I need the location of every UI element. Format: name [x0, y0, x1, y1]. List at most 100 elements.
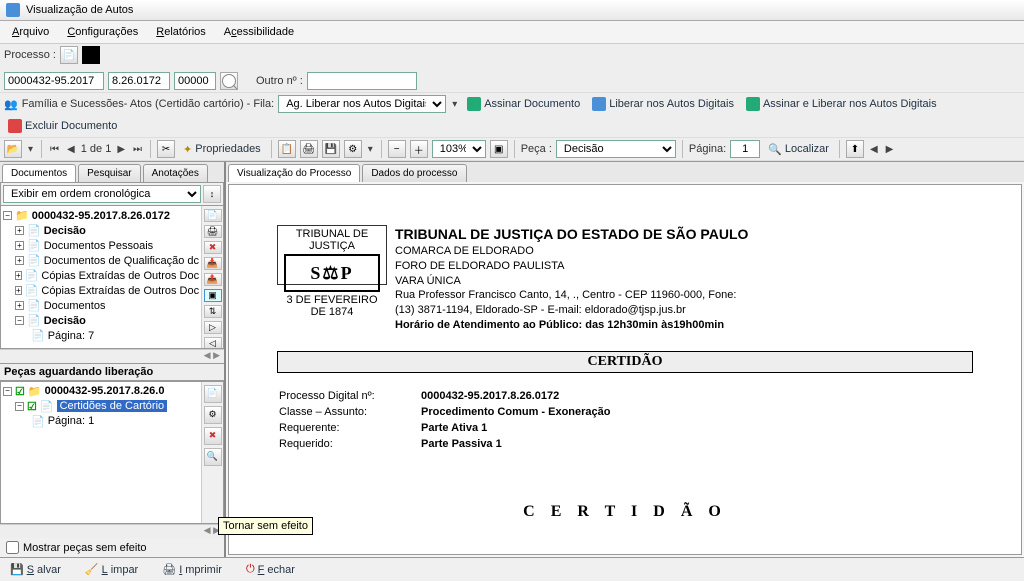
document-viewer[interactable]: TRIBUNAL DE JUSTIÇA S⚖P 3 DE FEVEREIRO D…: [228, 184, 1022, 555]
page-first[interactable]: ⏮: [48, 144, 61, 155]
proc-stop-icon[interactable]: [82, 46, 100, 64]
menubar: AArquivorquivo Configurações Relatórios …: [0, 21, 1024, 44]
tree-item[interactable]: Cópias Extraídas de Outros Doc: [41, 270, 199, 282]
tree-item[interactable]: Documentos Pessoais: [44, 240, 153, 252]
excluir-documento-button[interactable]: Excluir Documento: [4, 117, 121, 135]
fila-dropdown-icon[interactable]: ▾: [450, 99, 459, 110]
pagina-input[interactable]: [730, 140, 760, 158]
show-empty-check[interactable]: Mostrar peças sem efeito: [0, 538, 224, 557]
tool-9[interactable]: ◁: [204, 337, 222, 349]
tree-item[interactable]: Documentos: [44, 300, 106, 312]
show-empty-checkbox[interactable]: [6, 541, 19, 554]
propriedades-button[interactable]: ✦ Propriedades: [179, 141, 265, 158]
tree-item[interactable]: Decisão: [44, 225, 86, 237]
tree-item[interactable]: Documentos de Qualificação dc: [44, 255, 199, 267]
proc-num3-input[interactable]: [174, 72, 216, 90]
form-button[interactable]: 📋: [278, 140, 296, 158]
limpar-button[interactable]: 🧹 Limpar: [81, 561, 142, 578]
checked-icon[interactable]: ☑: [27, 400, 37, 413]
field-value: Procedimento Comum - Exoneração: [421, 405, 617, 419]
zoom-in-button[interactable]: ＋: [410, 140, 428, 158]
assinar-documento-button[interactable]: Assinar Documento: [463, 95, 584, 113]
cut-button[interactable]: ✂: [157, 140, 175, 158]
collapse-icon[interactable]: −: [3, 211, 12, 220]
expand-icon[interactable]: +: [15, 286, 22, 295]
tool-6[interactable]: ▣: [204, 289, 222, 302]
localizar-button[interactable]: 🔍 Localizar: [764, 141, 833, 158]
expand-icon[interactable]: +: [15, 241, 24, 250]
menu-config[interactable]: Configurações: [59, 23, 146, 41]
nav-prev[interactable]: ◀: [868, 144, 880, 155]
collapse-icon[interactable]: −: [3, 387, 12, 396]
assinar-liberar-button[interactable]: Assinar e Liberar nos Autos Digitais: [742, 95, 941, 113]
queue-text: Família e Sucessões- Atos (Certidão cart…: [22, 98, 274, 110]
tool-1[interactable]: 📄: [204, 209, 222, 222]
pending-root[interactable]: 0000432-95.2017.8.26.0: [45, 385, 165, 397]
ptool-4[interactable]: 🔍: [204, 448, 222, 466]
tree-root[interactable]: 0000432-95.2017.8.26.0172: [32, 210, 170, 222]
fechar-button[interactable]: ⏻ Fechar: [242, 561, 299, 578]
menu-acessibilidade[interactable]: Acessibilidade: [216, 23, 302, 41]
peca-select[interactable]: Decisão: [556, 140, 676, 158]
ptool-2[interactable]: ⚙: [204, 406, 222, 424]
tool-8[interactable]: ▷: [204, 321, 222, 334]
nav-up-button[interactable]: ⬆: [846, 140, 864, 158]
tree-leaf[interactable]: Página: 7: [48, 330, 94, 342]
proc-flag-icon[interactable]: 📄: [60, 46, 78, 64]
document-tree[interactable]: −📁0000432-95.2017.8.26.0172 +📄Decisão +📄…: [1, 206, 201, 348]
tree-item[interactable]: Decisão: [44, 315, 86, 327]
pending-scroll[interactable]: ◀ ▶: [0, 524, 224, 538]
liberar-autos-button[interactable]: Liberar nos Autos Digitais: [588, 95, 738, 113]
zoom-out-button[interactable]: −: [388, 140, 406, 158]
ptool-3[interactable]: ✖: [204, 427, 222, 445]
sort-tool-1[interactable]: ↕: [203, 185, 221, 203]
menu-relatorios[interactable]: Relatórios: [148, 23, 214, 41]
fit-button[interactable]: ▣: [490, 140, 508, 158]
search-button[interactable]: [220, 72, 238, 90]
checked-icon[interactable]: ☑: [15, 385, 25, 398]
pending-leaf[interactable]: Página: 1: [48, 415, 94, 427]
ptool-1[interactable]: 📄: [204, 385, 222, 403]
tree-item[interactable]: Cópias Extraídas de Outros Doc: [41, 285, 199, 297]
expand-icon[interactable]: +: [15, 256, 24, 265]
tab-anotacoes[interactable]: Anotações: [143, 164, 208, 182]
window-title: Visualização de Autos: [26, 4, 133, 16]
print-button[interactable]: 🖨: [300, 140, 318, 158]
save-button[interactable]: 💾: [322, 140, 340, 158]
collapse-icon[interactable]: −: [15, 316, 24, 325]
imprimir-button[interactable]: 🖨 Imprimir: [158, 561, 226, 578]
tab-pesquisar[interactable]: Pesquisar: [78, 164, 140, 182]
tool-4[interactable]: 📥: [204, 257, 222, 270]
sort-select[interactable]: Exibir em ordem cronológica: [3, 185, 201, 203]
expand-icon[interactable]: +: [15, 301, 24, 310]
collapse-icon[interactable]: −: [15, 402, 24, 411]
page-next[interactable]: ▶: [115, 144, 127, 155]
nav-next[interactable]: ▶: [884, 144, 896, 155]
expand-icon[interactable]: +: [15, 226, 24, 235]
expand-icon[interactable]: +: [15, 271, 22, 280]
tab-visualizacao[interactable]: Visualização do Processo: [228, 164, 360, 182]
open-dropdown[interactable]: ▾: [26, 144, 35, 155]
proc-num1-input[interactable]: [4, 72, 104, 90]
pending-tree[interactable]: −☑📁0000432-95.2017.8.26.0 −☑📄Certidões d…: [1, 382, 201, 524]
zoom-select[interactable]: 103%: [432, 140, 486, 158]
open-folder-button[interactable]: 📂: [4, 140, 22, 158]
tab-dados[interactable]: Dados do processo: [362, 164, 466, 182]
outro-input[interactable]: [307, 72, 417, 90]
tool-3[interactable]: ✖: [204, 241, 222, 254]
tab-documentos[interactable]: Documentos: [2, 164, 76, 182]
tool-7[interactable]: ⇅: [204, 305, 222, 318]
tool-2[interactable]: 🖨: [204, 225, 222, 238]
page-last[interactable]: ⏭: [131, 144, 144, 155]
pending-selected[interactable]: Certidões de Cartório: [57, 400, 168, 412]
menu-arquivo[interactable]: AArquivorquivo: [4, 23, 57, 41]
options-button[interactable]: ⚙: [344, 140, 362, 158]
salvar-button[interactable]: 💾 SSalvaralvar: [6, 561, 65, 578]
fila-select[interactable]: Ag. Liberar nos Autos Digitais: [278, 95, 446, 113]
tool-5[interactable]: 📤: [204, 273, 222, 286]
page-prev[interactable]: ◀: [65, 144, 77, 155]
options-dd[interactable]: ▾: [366, 144, 375, 155]
toolbar-row: 📂▾ ⏮ ◀ 1 de 1 ▶ ⏭ ✂ ✦ Propriedades 📋 🖨 💾…: [0, 138, 1024, 161]
tree-scroll[interactable]: ◀ ▶: [0, 349, 224, 363]
proc-num2-input[interactable]: [108, 72, 170, 90]
